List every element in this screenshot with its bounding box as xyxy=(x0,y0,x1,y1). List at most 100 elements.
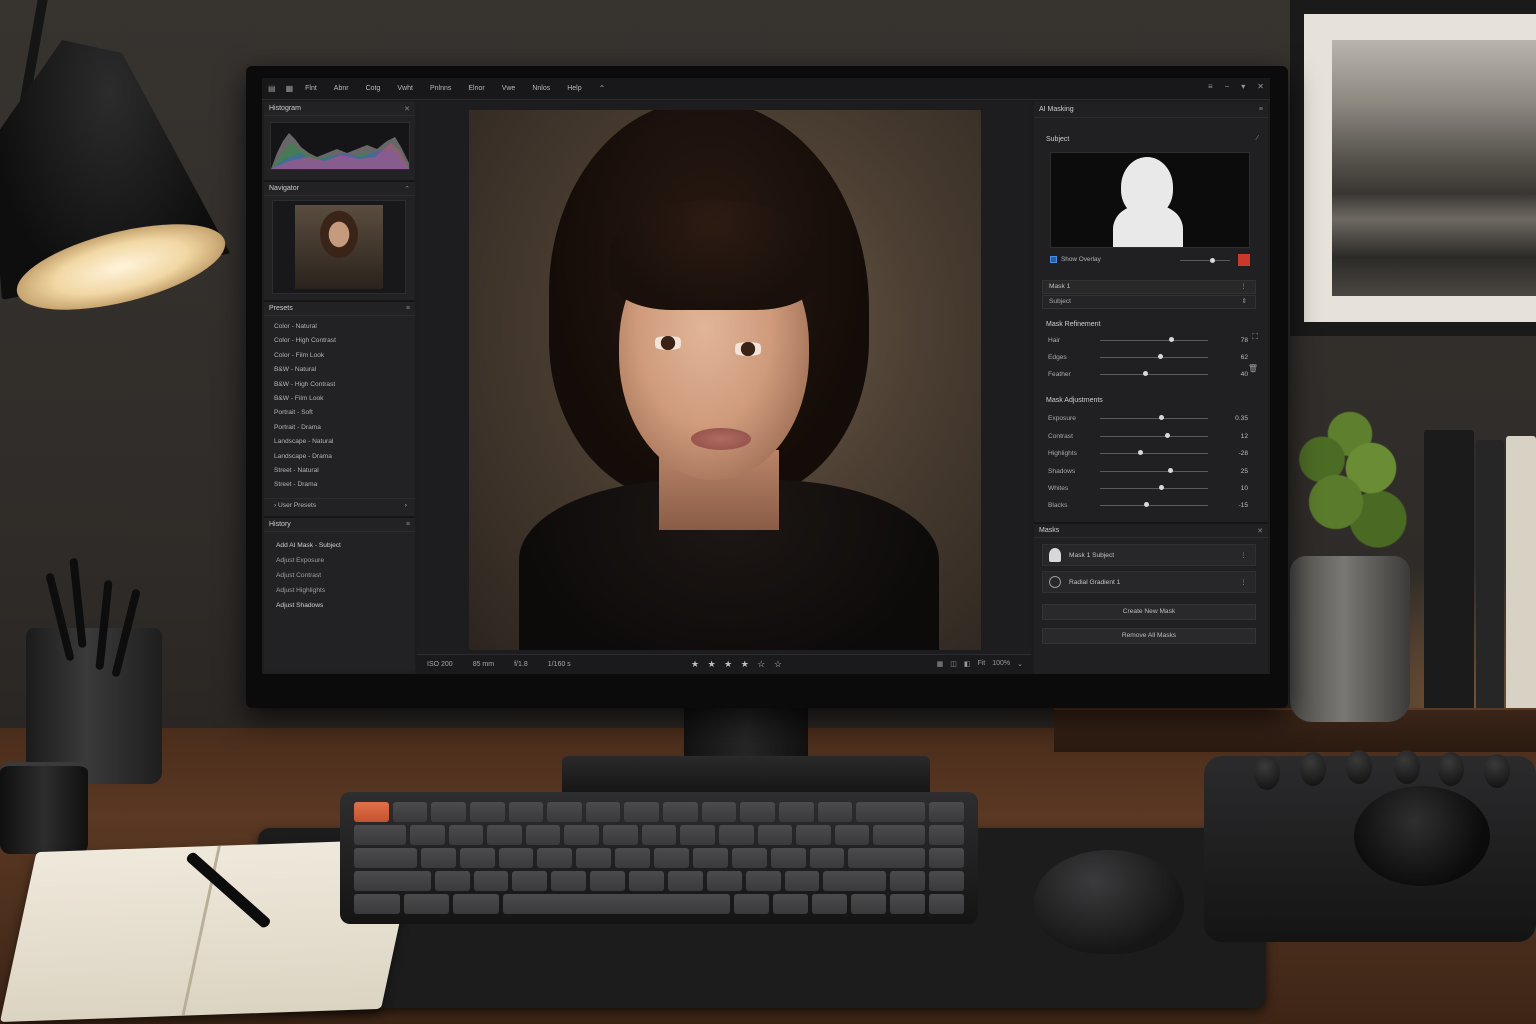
preset-item[interactable]: B&W - Natural xyxy=(264,363,415,377)
hamburger-icon[interactable]: ≡ xyxy=(1208,82,1213,91)
mask-type-select[interactable]: Subject ⇕ xyxy=(1042,295,1256,309)
menu-item[interactable]: Elnor xyxy=(468,85,484,92)
panel-title: Masks xyxy=(1039,527,1060,534)
menu-item[interactable]: Flnt xyxy=(305,85,317,92)
list-menu-icon[interactable]: ≡ xyxy=(406,305,410,312)
preset-item[interactable]: Color - Natural xyxy=(264,320,415,334)
close-icon[interactable]: ✕ xyxy=(1257,527,1263,535)
history-item[interactable]: Adjust Exposure xyxy=(264,553,415,568)
remove-all-masks-button[interactable]: Remove All Masks xyxy=(1042,628,1256,644)
preset-item[interactable]: Street - Natural xyxy=(264,464,415,478)
preset-item[interactable]: Color - High Contrast xyxy=(264,334,415,348)
slider-shadows[interactable]: Shadows 25 xyxy=(1048,465,1254,477)
star-rating[interactable]: ★ ★ ★ ★ ☆ ☆ xyxy=(691,659,785,670)
checkbox-icon[interactable] xyxy=(1050,256,1057,263)
slider-label: Feather xyxy=(1048,370,1071,378)
monitor: ▤ ▦ Flnt Abnr Cotg Vwht Pnlnns Elnor Vwe… xyxy=(246,66,1288,708)
slider-exposure[interactable]: Exposure 0.35 xyxy=(1048,412,1254,424)
menu-item[interactable]: Nnlos xyxy=(532,85,550,92)
library-icon[interactable]: ▦ xyxy=(286,84,294,93)
panel-title: Navigator xyxy=(269,185,299,192)
fit-button[interactable]: Fit xyxy=(977,660,985,668)
plant-pot xyxy=(1290,556,1410,722)
panel-menu-icon[interactable]: ≡ xyxy=(1259,106,1263,113)
books xyxy=(1424,430,1536,726)
preset-item[interactable]: B&W - High Contrast xyxy=(264,378,415,392)
history-item[interactable]: Adjust Shadows xyxy=(264,598,415,613)
menu-item[interactable]: Pnlnns xyxy=(430,85,451,92)
user-presets-item[interactable]: › User Presets › xyxy=(264,497,415,512)
zoom-level[interactable]: 100% xyxy=(992,660,1010,668)
show-overlay-toggle[interactable]: Show Overlay xyxy=(1050,256,1101,263)
menu-item[interactable]: Vwht xyxy=(397,85,413,92)
preset-item[interactable]: Landscape - Natural xyxy=(264,435,415,449)
chevron-updown-icon[interactable]: ⇕ xyxy=(1241,296,1247,308)
brush-icon[interactable]: ⁄ xyxy=(1257,135,1258,142)
expand-icon[interactable]: ⛶ xyxy=(1252,332,1258,342)
chevron-down-icon[interactable]: ⌄ xyxy=(1017,660,1023,668)
preset-item[interactable]: Landscape - Drama xyxy=(264,450,415,464)
trash-icon[interactable]: 🗑 xyxy=(1248,364,1258,373)
ai-masking-header: AI Masking ≡ xyxy=(1034,102,1268,118)
mask-type: Subject xyxy=(1049,298,1071,305)
close-icon[interactable]: ✕ xyxy=(404,105,410,113)
slider-thumb[interactable] xyxy=(1168,468,1174,473)
more-icon[interactable]: ⋮ xyxy=(1240,281,1247,293)
slider-thumb[interactable] xyxy=(1164,433,1170,438)
menu-item-help[interactable]: Help xyxy=(567,85,581,92)
menu-item[interactable]: Cotg xyxy=(366,85,381,92)
slider-thumb[interactable] xyxy=(1137,450,1143,455)
mask-list-item[interactable]: Mask 1 Subject ⋮ xyxy=(1042,544,1256,566)
plant xyxy=(1280,400,1420,570)
grid-view-icon[interactable]: ▦ xyxy=(937,660,944,668)
close-icon[interactable]: ✕ xyxy=(1257,82,1264,91)
compare-view-icon[interactable]: ◫ xyxy=(950,660,957,668)
mask-list-item[interactable]: Radial Gradient 1 ⋮ xyxy=(1042,571,1256,593)
slider-contrast[interactable]: Contrast 12 xyxy=(1048,430,1254,442)
slider-blacks[interactable]: Blacks -15 xyxy=(1048,499,1254,511)
slider-thumb[interactable] xyxy=(1169,337,1175,342)
histogram-panel: Histogram ✕ xyxy=(264,102,415,182)
menu-item[interactable]: Vwe xyxy=(502,85,516,92)
more-icon[interactable]: ⋮ xyxy=(1240,578,1247,586)
minimize-icon[interactable]: − xyxy=(1225,82,1230,91)
preset-item[interactable]: Street - Drama xyxy=(264,478,415,492)
history-item[interactable]: Add AI Mask - Subject xyxy=(264,538,415,553)
slider-whites[interactable]: Whites 10 xyxy=(1048,482,1254,494)
preset-item[interactable]: Color - Film Look xyxy=(264,349,415,363)
caret-up-icon[interactable]: ⌃ xyxy=(599,84,606,93)
menu-item[interactable]: Abnr xyxy=(334,85,349,92)
slider-value: 0.35 xyxy=(1235,414,1248,422)
single-view-icon[interactable]: ◧ xyxy=(964,660,971,668)
dropdown-icon[interactable]: ▾ xyxy=(1241,82,1245,91)
list-menu-icon[interactable]: ≡ xyxy=(406,521,410,528)
create-new-mask-button[interactable]: Create New Mask xyxy=(1042,604,1256,620)
slider-thumb[interactable] xyxy=(1159,485,1165,490)
slider-edges[interactable]: Edges 62 xyxy=(1048,351,1254,363)
more-icon[interactable]: ⋮ xyxy=(1240,551,1247,559)
history-panel: History ≡ Add AI Mask - Subject Adjust Ex… xyxy=(264,518,415,670)
slider-highlights[interactable]: Highlights -28 xyxy=(1048,447,1254,459)
section-title: Mask Refinement xyxy=(1046,321,1101,328)
preset-item[interactable]: B&W - Film Look xyxy=(264,392,415,406)
preset-item[interactable]: Portrait - Drama xyxy=(264,421,415,435)
history-item[interactable]: Adjust Highlights xyxy=(264,583,415,598)
slider-thumb[interactable] xyxy=(1143,371,1149,376)
iso-value: ISO 200 xyxy=(427,661,453,668)
slider-feather[interactable]: Feather 40 xyxy=(1048,368,1254,380)
slider-hair[interactable]: Hair 78 xyxy=(1048,334,1254,346)
collapse-icon[interactable]: ⌃ xyxy=(404,185,410,193)
overlay-opacity-slider[interactable] xyxy=(1180,257,1230,263)
navigator-thumbnail[interactable] xyxy=(272,200,406,294)
slider-thumb[interactable] xyxy=(1144,502,1150,507)
slider-label: Edges xyxy=(1048,353,1067,361)
app-logo-icon[interactable]: ▤ xyxy=(268,84,276,93)
history-item[interactable]: Adjust Contrast xyxy=(264,568,415,583)
mask-name-select[interactable]: Mask 1 ⋮ xyxy=(1042,280,1256,294)
overlay-color-swatch[interactable] xyxy=(1238,254,1250,266)
framed-photo xyxy=(1290,0,1536,336)
slider-thumb[interactable] xyxy=(1159,415,1165,420)
preset-item[interactable]: Portrait - Soft xyxy=(264,406,415,420)
portrait-photo[interactable] xyxy=(469,110,981,650)
slider-thumb[interactable] xyxy=(1158,354,1164,359)
